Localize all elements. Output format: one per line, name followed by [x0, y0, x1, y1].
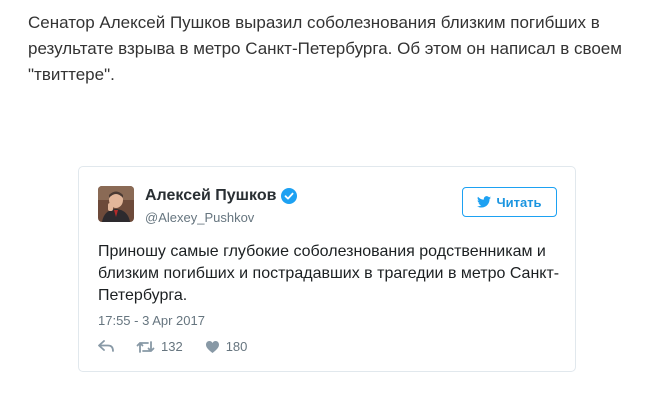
tweet-timestamp[interactable]: 17:55 - 3 Apr 2017 — [98, 313, 205, 328]
author-avatar[interactable] — [98, 186, 134, 222]
verified-badge-icon — [281, 188, 298, 204]
like-count: 180 — [225, 339, 248, 354]
twitter-bird-icon — [477, 196, 492, 208]
like-button[interactable]: 180 — [205, 339, 248, 354]
retweet-button[interactable]: 132 — [136, 339, 183, 354]
reply-icon — [98, 340, 114, 353]
tweet-text: Приношу самые глубокие соболезнования ро… — [98, 243, 560, 304]
embedded-tweet: Алексей Пушков @Alexey_Pushkov Читать Пр… — [78, 166, 576, 372]
author-name[interactable]: Алексей Пушков — [145, 187, 298, 205]
reply-button[interactable] — [98, 340, 114, 353]
follow-button[interactable]: Читать — [462, 187, 557, 217]
retweet-icon — [136, 340, 155, 354]
heart-icon — [205, 340, 220, 354]
author-name-text[interactable]: Алексей Пушков — [145, 187, 276, 205]
tweet-actions: 132 180 — [98, 339, 269, 354]
follow-button-label: Читать — [496, 194, 542, 210]
author-handle[interactable]: @Alexey_Pushkov — [145, 210, 254, 225]
article-paragraph: Сенатор Алексей Пушков выразил соболезно… — [28, 13, 622, 84]
retweet-count: 132 — [161, 339, 183, 354]
